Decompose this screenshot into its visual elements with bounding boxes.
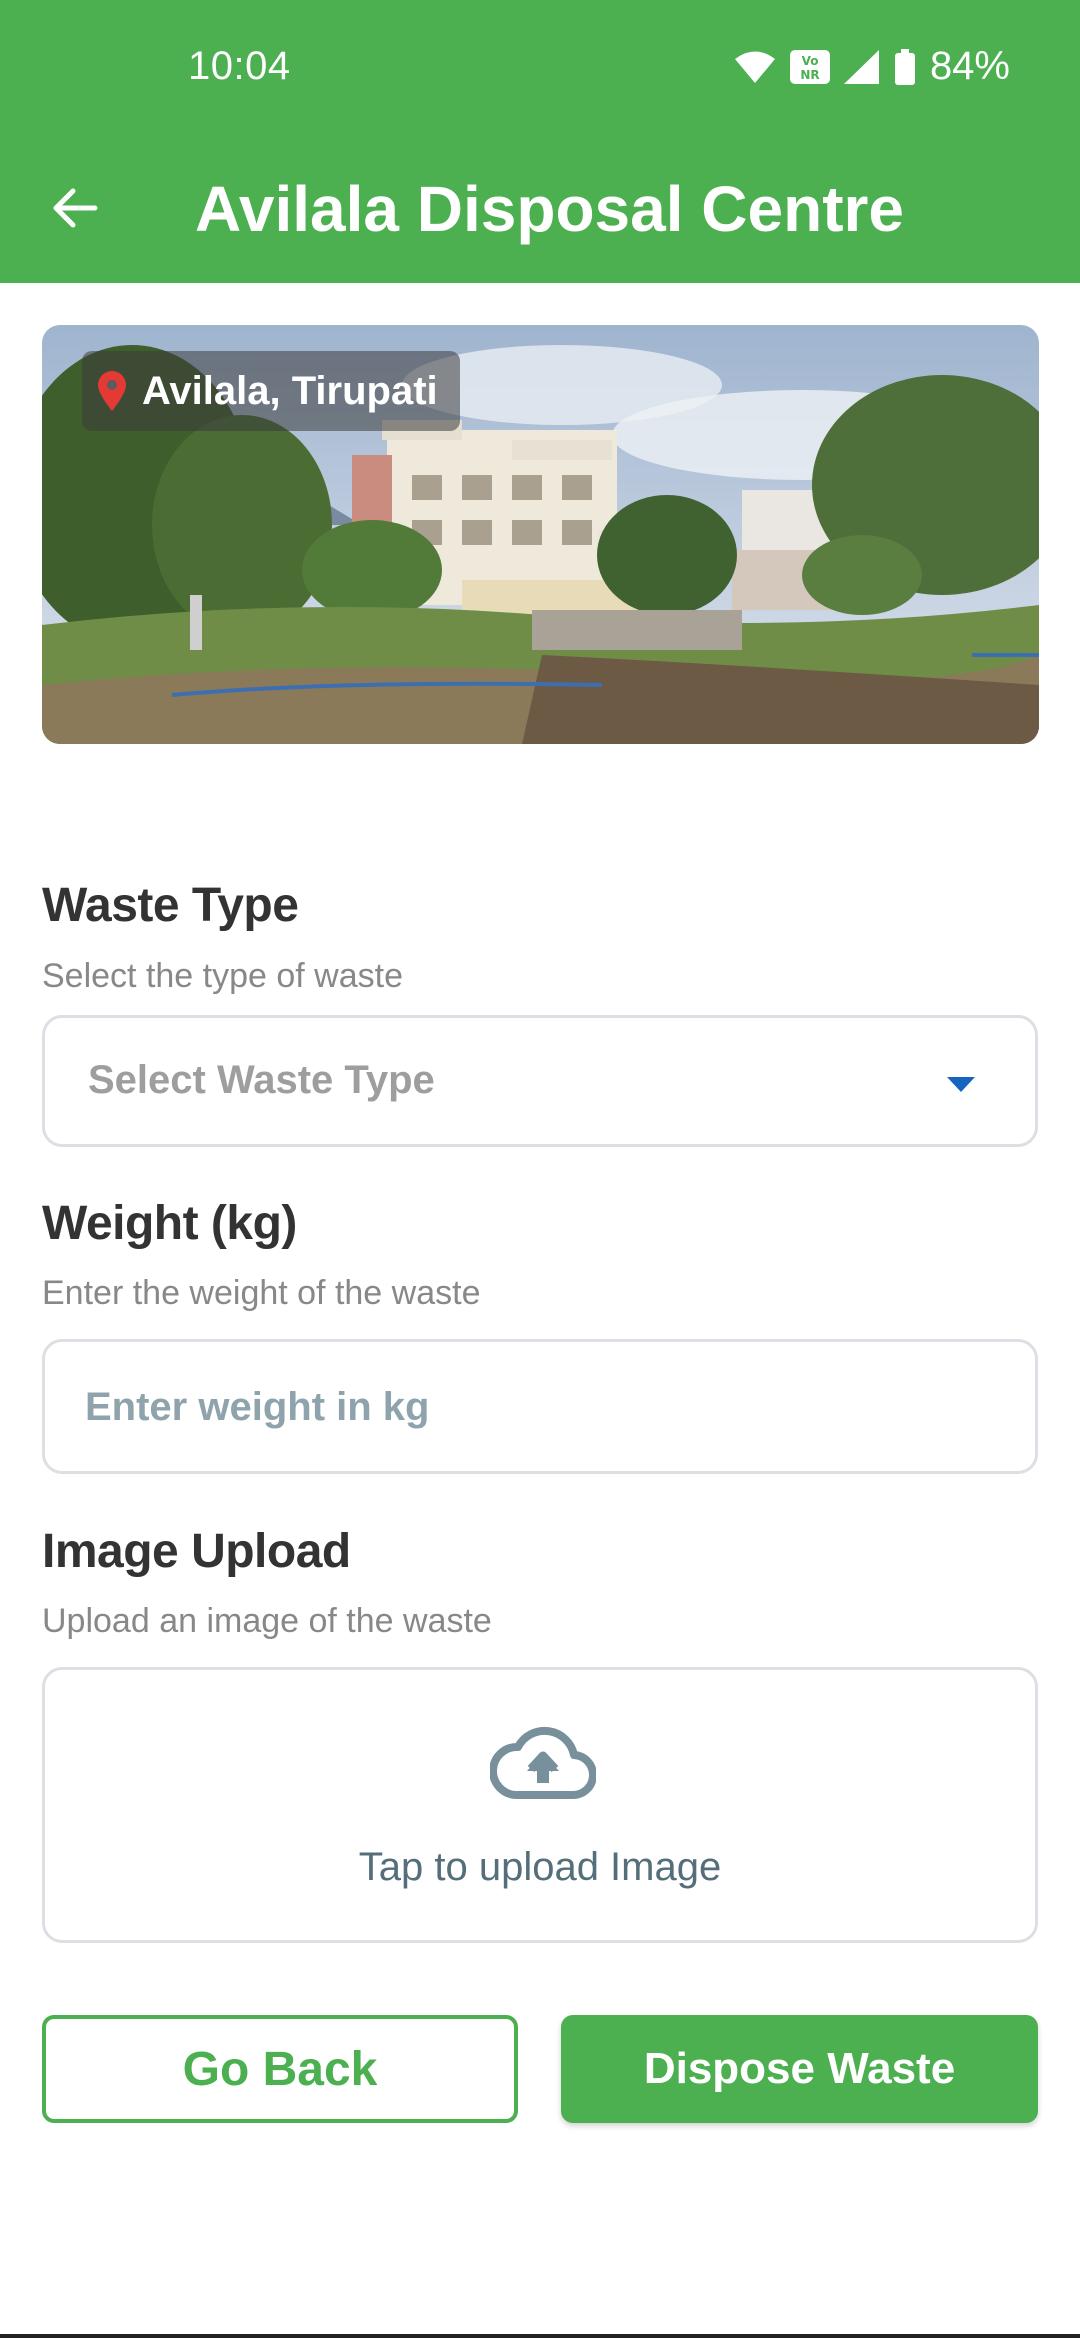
status-icons: Vo NR 84% (734, 44, 1010, 89)
svg-text:Vo: Vo (802, 54, 819, 68)
image-upload-label: Image Upload (42, 1525, 351, 1578)
waste-type-hint: Select the type of waste (42, 957, 403, 995)
image-upload-area[interactable]: Tap to upload Image (42, 1667, 1038, 1943)
weight-hint: Enter the weight of the waste (42, 1274, 481, 1312)
location-name: Avilala, Tirupati (142, 368, 438, 413)
cloud-upload-icon (489, 1725, 598, 1804)
battery-icon (894, 48, 916, 85)
page-title: Avilala Disposal Centre (195, 173, 904, 245)
dispose-waste-label: Dispose Waste (643, 2044, 956, 2093)
image-upload-hint: Upload an image of the waste (42, 1602, 492, 1640)
app-header: 10:04 Vo NR 84% Avilala Disposal Centre (0, 0, 1080, 283)
location-photo: Avilala, Tirupati (42, 325, 1039, 744)
arrow-left-icon (51, 187, 99, 234)
status-time: 10:04 (188, 44, 291, 88)
weight-field[interactable] (42, 1339, 1038, 1474)
upload-cta: Tap to upload Image (358, 1845, 722, 1889)
signal-icon (843, 49, 880, 84)
weight-label: Weight (kg) (42, 1197, 297, 1250)
location-chip: Avilala, Tirupati (82, 351, 460, 431)
bottom-divider (0, 2334, 1080, 2338)
svg-text:NR: NR (800, 68, 819, 82)
weight-input[interactable] (85, 1372, 985, 1442)
dispose-waste-button[interactable]: Dispose Waste (561, 2015, 1038, 2123)
waste-type-dropdown[interactable]: Select Waste Type (42, 1015, 1038, 1147)
back-button[interactable] (40, 175, 110, 245)
caret-down-icon (947, 1077, 975, 1098)
location-pin-icon (96, 370, 128, 412)
waste-type-label: Waste Type (42, 879, 299, 932)
vonr-icon: Vo NR (789, 49, 830, 84)
battery-level: 84% (929, 44, 1010, 88)
go-back-button[interactable]: Go Back (42, 2015, 518, 2123)
waste-type-selected: Select Waste Type (88, 1058, 435, 1102)
wifi-icon (734, 50, 776, 84)
